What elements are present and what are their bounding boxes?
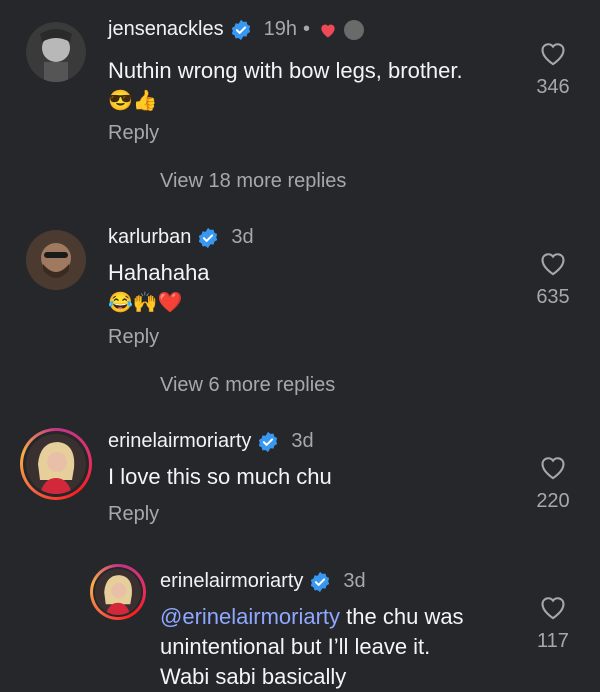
verified-badge-icon — [311, 571, 330, 592]
comment-text-line1: the chu was — [340, 604, 464, 629]
separator-dot: • — [303, 18, 311, 40]
like-button[interactable]: 635 — [523, 250, 583, 309]
username[interactable]: erinelairmoriarty — [160, 570, 303, 593]
view-more-replies-button[interactable]: View 18 more replies — [160, 170, 346, 193]
like-count: 635 — [536, 286, 570, 308]
heart-outline-icon — [541, 253, 565, 276]
reply-button[interactable]: Reply — [108, 503, 159, 526]
creator-liked-heart-icon — [321, 24, 335, 37]
timestamp: 3d — [231, 226, 254, 248]
comment-emoji: 😎👍 — [108, 90, 158, 112]
timestamp: 3d — [291, 430, 314, 452]
like-count: 220 — [536, 490, 570, 512]
username[interactable]: karlurban — [108, 226, 191, 249]
avatar — [95, 569, 141, 615]
mention-link[interactable]: @erinelairmoriarty — [160, 604, 340, 629]
like-count: 117 — [537, 630, 569, 652]
like-count: 346 — [536, 76, 570, 98]
comment-text: Nuthin wrong with bow legs, brother. — [108, 58, 463, 83]
comment-text: I love this so much chu — [108, 464, 332, 489]
comment-emoji: 😂🙌❤️ — [108, 292, 183, 314]
comment-text-line3: Wabi sabi basically — [160, 664, 347, 689]
like-button[interactable]: 346 — [523, 40, 583, 99]
username[interactable]: jensenackles — [108, 18, 224, 41]
avatar[interactable] — [26, 230, 86, 290]
like-button[interactable]: 117 — [523, 594, 583, 653]
story-ring[interactable] — [90, 564, 146, 620]
comment-text: @erinelairmoriarty the chu was unintenti… — [160, 602, 464, 692]
verified-badge-icon — [231, 19, 250, 40]
like-button[interactable]: 220 — [523, 454, 583, 513]
comment-text: Hahahaha — [108, 260, 210, 285]
avatar — [26, 434, 86, 494]
verified-badge-icon — [259, 431, 278, 452]
avatar[interactable] — [26, 22, 86, 82]
verified-badge-icon — [199, 227, 218, 248]
heart-outline-icon — [541, 597, 565, 620]
heart-outline-icon — [541, 457, 565, 480]
reply-button[interactable]: Reply — [108, 122, 159, 145]
username[interactable]: erinelairmoriarty — [108, 430, 251, 453]
comment-text-line2: unintentional but I’ll leave it. — [160, 634, 431, 659]
story-ring[interactable] — [20, 428, 92, 500]
timestamp: 19h — [263, 18, 297, 40]
heart-outline-icon — [541, 43, 565, 66]
reply-button[interactable]: Reply — [108, 326, 159, 349]
timestamp: 3d — [343, 570, 366, 592]
creator-avatar-icon — [344, 19, 365, 40]
view-more-replies-button[interactable]: View 6 more replies — [160, 374, 335, 397]
